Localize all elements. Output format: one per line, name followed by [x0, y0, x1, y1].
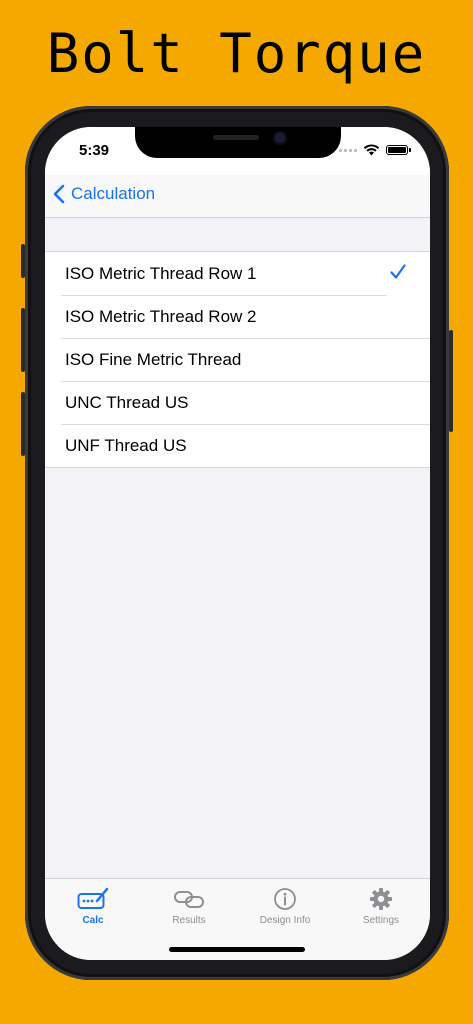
checkmark-icon: [390, 264, 406, 279]
chevron-left-icon: [53, 184, 65, 204]
thread-type-list: ISO Metric Thread Row 1 ISO Metric Threa…: [45, 251, 430, 468]
tab-results[interactable]: Results: [141, 887, 237, 926]
speaker-grille: [213, 135, 259, 140]
list-item[interactable]: UNF Thread US: [45, 424, 430, 467]
list-item[interactable]: ISO Metric Thread Row 2: [45, 295, 430, 338]
list-item-label: UNF Thread US: [65, 435, 187, 455]
tab-results-label: Results: [172, 915, 206, 926]
phone-volume-down: [21, 392, 25, 456]
gear-icon: [370, 888, 392, 910]
back-button[interactable]: Calculation: [53, 184, 155, 204]
navigation-bar: Calculation: [45, 175, 430, 218]
list-item-label: ISO Metric Thread Row 2: [65, 306, 257, 326]
info-icon: [274, 888, 296, 910]
phone-power-button: [449, 330, 453, 432]
list-item-label: ISO Metric Thread Row 1: [65, 263, 257, 283]
promo-title: Bolt Torque: [46, 22, 427, 85]
tab-settings[interactable]: Settings: [333, 887, 429, 926]
tab-calc-label: Calc: [82, 915, 104, 926]
back-button-label: Calculation: [71, 184, 156, 203]
list-item[interactable]: UNC Thread US: [45, 381, 430, 424]
list-item[interactable]: ISO Fine Metric Thread: [45, 338, 430, 381]
status-time: 5:39: [79, 142, 110, 159]
tab-design-info[interactable]: Design Info: [237, 887, 333, 926]
battery-icon: [386, 145, 411, 155]
phone-mute-switch: [21, 244, 25, 278]
tab-design-info-label: Design Info: [259, 915, 311, 926]
tab-calc[interactable]: Calc: [45, 887, 141, 926]
home-indicator[interactable]: [169, 947, 305, 952]
status-icons: [339, 144, 411, 156]
calc-pencil-icon: [77, 887, 109, 909]
cellular-signal-icon: [339, 148, 357, 152]
phone-volume-up: [21, 308, 25, 372]
phone-screen: 5:39 Calculation ISO Metric Thread Row 1…: [45, 127, 430, 960]
front-camera: [275, 133, 285, 143]
list-item-label: ISO Fine Metric Thread: [65, 349, 242, 369]
wifi-icon: [363, 144, 380, 156]
camera-notch: [135, 127, 341, 158]
list-item[interactable]: ISO Metric Thread Row 1: [45, 252, 430, 295]
list-item-label: UNC Thread US: [65, 392, 189, 412]
tab-settings-label: Settings: [362, 915, 400, 926]
link-icon: [174, 891, 204, 908]
